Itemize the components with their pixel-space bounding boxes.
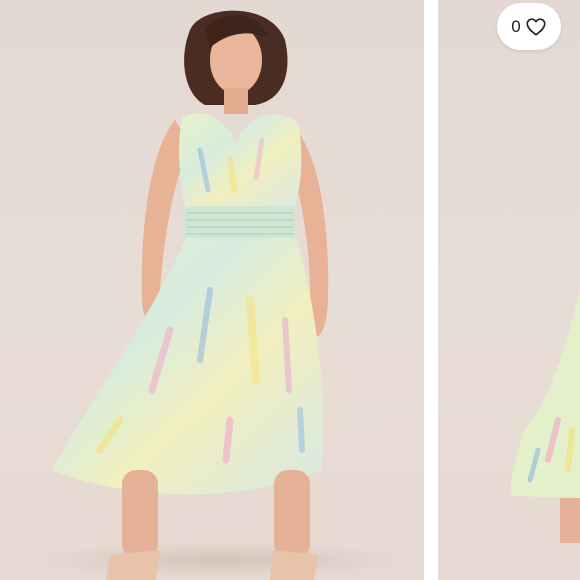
dress-photo-next (510, 290, 580, 543)
dress-photo (30, 10, 410, 580)
heart-icon (526, 17, 546, 36)
product-photo-main[interactable] (0, 0, 424, 580)
like-count: 0 (511, 16, 521, 36)
product-photo-next[interactable] (438, 0, 580, 580)
image-carousel[interactable]: 0 (0, 0, 580, 580)
like-button[interactable]: 0 (497, 3, 561, 50)
